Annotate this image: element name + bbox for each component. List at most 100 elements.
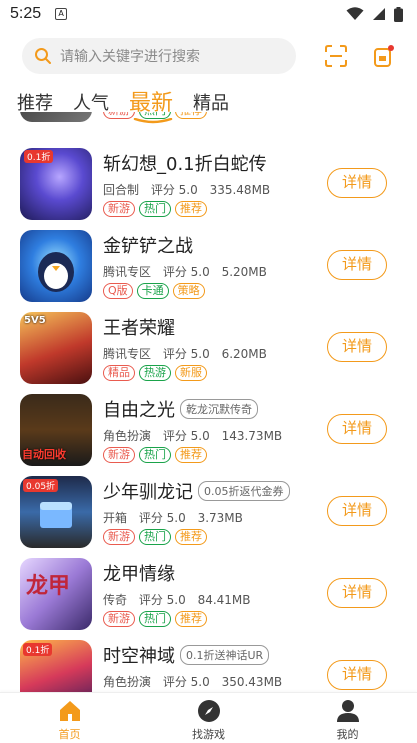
bottom-nav: 首页 找游戏 我的 (0, 692, 417, 743)
tag: 新游 (103, 529, 135, 545)
game-cover[interactable]: 0.05折 (20, 476, 92, 548)
game-title: 少年驯龙记 (103, 482, 193, 503)
tag: 推荐 (175, 529, 207, 545)
game-title: 时空神域 (103, 646, 175, 667)
game-cover[interactable]: 龙甲 (20, 558, 92, 630)
game-title: 金铲铲之战 (103, 236, 193, 257)
game-tags: 新游 热门 推荐 (103, 112, 207, 119)
game-cover[interactable]: 0.1折 (20, 148, 92, 220)
list-item[interactable]: 金铲铲之战 腾讯专区 评分 5.0 5.20MB Q版 卡通 策略 详情 (0, 230, 417, 312)
game-meta: 角色扮演 评分 5.0 143.73MB (103, 427, 290, 444)
nav-home[interactable]: 首页 (0, 693, 139, 743)
promo-badge: 0.1折送神话UR (180, 645, 270, 665)
game-score: 评分 5.0 (162, 429, 210, 443)
game-category: 角色扮演 (103, 675, 152, 689)
game-category: 传奇 (103, 593, 128, 607)
list-item[interactable]: 0.05折 少年驯龙记 0.05折返代金券 开箱 评分 5.0 3.73MB 新… (0, 476, 417, 558)
tag: 热门 (139, 447, 171, 463)
nav-label: 我的 (336, 728, 359, 741)
game-size: 5.20MB (221, 265, 267, 279)
tag: 新服 (175, 365, 207, 381)
game-tags: 精品 热游 新服 (103, 365, 207, 381)
list-item[interactable]: 自动回收 自由之光 乾龙沉默传奇 角色扮演 评分 5.0 143.73MB 新游… (0, 394, 417, 476)
status-icons (346, 6, 403, 22)
list-item-partial[interactable]: 新游 热门 推荐 (0, 112, 417, 132)
list-item[interactable]: 5V5 王者荣耀 腾讯专区 评分 5.0 6.20MB 精品 热游 新服 详情 (0, 312, 417, 394)
search-input[interactable]: 请输入关键字进行搜索 (22, 38, 296, 74)
cover-badge: 自动回收 (22, 448, 66, 461)
list-item[interactable]: 龙甲 龙甲情缘 传奇 评分 5.0 84.41MB 新游 热门 推荐 详情 (0, 558, 417, 640)
game-meta: 回合制 评分 5.0 335.48MB (103, 181, 278, 198)
detail-button[interactable]: 详情 (327, 660, 387, 690)
status-bar: 5:25 A (0, 0, 417, 28)
game-size: 3.73MB (197, 511, 243, 525)
promo-badge: 乾龙沉默传奇 (180, 399, 258, 419)
search-icon (35, 48, 51, 64)
nav-label: 首页 (58, 728, 81, 741)
game-cover[interactable]: 0.1折 (20, 640, 92, 692)
game-title: 自由之光 (103, 400, 175, 421)
game-meta: 腾讯专区 评分 5.0 5.20MB (103, 263, 275, 280)
game-cover[interactable] (20, 112, 92, 122)
tag: 策略 (172, 283, 205, 299)
game-cover[interactable]: 自动回收 (20, 394, 92, 466)
detail-button[interactable]: 详情 (327, 496, 387, 526)
tag: 卡通 (136, 283, 169, 299)
detail-button[interactable]: 详情 (327, 332, 387, 362)
game-category: 腾讯专区 (103, 347, 152, 361)
cover-badge: 龙甲 (26, 574, 71, 599)
battery-icon (394, 6, 403, 22)
nav-find-games[interactable]: 找游戏 (139, 693, 278, 743)
tag: 推荐 (175, 611, 207, 627)
nav-mine[interactable]: 我的 (278, 693, 417, 743)
game-title: 龙甲情缘 (103, 564, 175, 585)
message-icon[interactable] (372, 44, 396, 68)
tag: 推荐 (175, 112, 207, 119)
status-time: 5:25 (10, 5, 42, 22)
promo-badge: 0.05折返代金券 (198, 481, 290, 501)
nav-label: 找游戏 (192, 728, 225, 741)
tag: 精品 (103, 365, 135, 381)
detail-button[interactable]: 详情 (327, 414, 387, 444)
cover-badge: 5V5 (24, 315, 46, 326)
game-cover[interactable] (20, 230, 92, 302)
list-item[interactable]: 0.1折 时空神域 0.1折送神话UR 角色扮演 评分 5.0 350.43MB… (0, 640, 417, 692)
game-meta: 开箱 评分 5.0 3.73MB (103, 509, 251, 526)
chest-icon (40, 502, 72, 528)
cover-badge: 0.1折 (23, 643, 53, 656)
game-size: 350.43MB (221, 675, 283, 689)
tag: 新游 (103, 201, 135, 217)
wifi-icon (346, 7, 364, 20)
tag: 热门 (139, 201, 171, 217)
tag: 推荐 (175, 447, 207, 463)
game-cover[interactable]: 5V5 (20, 312, 92, 384)
game-score: 评分 5.0 (150, 183, 198, 197)
detail-button[interactable]: 详情 (327, 168, 387, 198)
game-title: 斩幻想_0.1折白蛇传 (103, 154, 267, 175)
cover-badge: 0.1折 (24, 150, 54, 163)
game-score: 评分 5.0 (162, 675, 210, 689)
penguin-icon (38, 252, 74, 292)
tag: 新游 (103, 447, 135, 463)
game-tags: Q版 卡通 策略 (103, 283, 205, 299)
tag: 推荐 (175, 201, 207, 217)
tag: 新游 (103, 611, 135, 627)
game-title: 王者荣耀 (103, 318, 175, 339)
game-tags: 新游 热门 推荐 (103, 529, 207, 545)
list-item[interactable]: 0.1折 斩幻想_0.1折白蛇传 回合制 评分 5.0 335.48MB 新游 … (0, 148, 417, 230)
game-meta: 腾讯专区 评分 5.0 6.20MB (103, 345, 275, 362)
detail-button[interactable]: 详情 (327, 578, 387, 608)
game-size: 335.48MB (209, 183, 271, 197)
tag: 新游 (103, 112, 135, 119)
scan-icon[interactable] (324, 44, 348, 68)
signal-icon (373, 8, 385, 20)
game-size: 143.73MB (221, 429, 283, 443)
compass-icon (197, 700, 220, 722)
game-meta: 传奇 评分 5.0 84.41MB (103, 591, 259, 608)
game-list[interactable]: 新游 热门 推荐 0.1折 斩幻想_0.1折白蛇传 回合制 评分 5.0 335… (0, 112, 417, 692)
tag: 热门 (139, 529, 171, 545)
search-row: 请输入关键字进行搜索 (0, 38, 417, 76)
game-tags: 新游 热门 推荐 (103, 201, 207, 217)
tag: Q版 (103, 283, 133, 299)
detail-button[interactable]: 详情 (327, 250, 387, 280)
